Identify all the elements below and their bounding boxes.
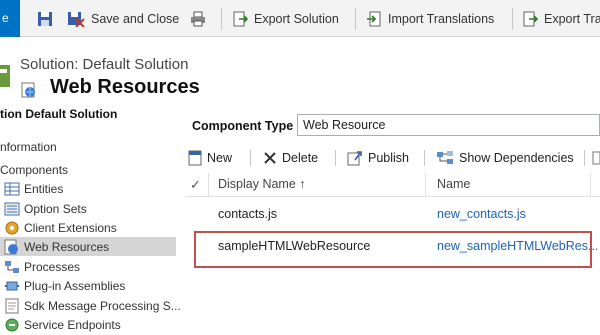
solution-title: Solution: Default Solution — [20, 56, 189, 73]
web-resources-icon — [4, 239, 18, 254]
nav-item-label: Processes — [24, 259, 81, 274]
delete-button[interactable]: Delete — [263, 145, 318, 171]
show-dependencies-button[interactable]: Show Dependencies — [436, 145, 574, 171]
app-tab[interactable]: e — [0, 0, 20, 37]
export-translations-label: Export Tra — [544, 11, 600, 26]
nav-item-processes[interactable]: Processes — [0, 257, 176, 276]
grid-header: ✓ Display Name ↑ Name — [186, 173, 600, 197]
nav-item-label: Web Resources — [24, 239, 110, 254]
processes-icon — [5, 260, 19, 273]
plugin-assemblies-icon — [5, 281, 19, 290]
nav-item-sdk-message-processing[interactable]: Sdk Message Processing S... — [0, 296, 181, 315]
select-all-checkmark-icon[interactable]: ✓ — [190, 177, 201, 193]
grid-toolbar-divider — [250, 150, 251, 166]
solution-navigation: tion Default Solution nformation Compone… — [0, 100, 181, 335]
cell-display-name: contacts.js — [218, 207, 278, 221]
export-translations-button[interactable]: Export Tra — [522, 0, 600, 37]
toolbar-divider — [512, 8, 513, 30]
nav-item-label: Entities — [24, 181, 64, 196]
toolbar-divider — [221, 8, 222, 30]
column-divider — [208, 173, 209, 197]
save-icon — [38, 11, 52, 26]
nav-item-entities[interactable]: Entities — [0, 179, 176, 198]
web-resources-page-icon — [21, 82, 35, 98]
nav-item-label: Service Endpoints — [24, 317, 121, 332]
publish-button[interactable]: Publish — [347, 145, 409, 171]
publish-icon — [347, 151, 362, 166]
export-solution-button[interactable]: Export Solution — [232, 0, 339, 37]
column-header-name[interactable]: Name — [437, 177, 470, 191]
import-translations-button[interactable]: Import Translations — [366, 0, 494, 37]
grid-toolbar-divider — [424, 150, 425, 166]
export-solution-label: Export Solution — [254, 11, 339, 26]
toolbar-divider — [355, 8, 356, 30]
delete-icon — [264, 152, 276, 164]
save-and-close-label: Save and Close — [91, 11, 180, 26]
nav-item-components[interactable]: Components — [0, 163, 68, 177]
column-divider — [425, 173, 426, 197]
table-row[interactable]: contacts.js new_contacts.js — [186, 200, 600, 230]
service-endpoints-icon — [5, 318, 19, 331]
show-dependencies-icon — [437, 151, 453, 164]
nav-item-option-sets[interactable]: Option Sets — [0, 199, 176, 218]
grid-toolbar-divider — [335, 150, 336, 166]
print-icon — [191, 11, 205, 26]
nav-item-information[interactable]: nformation — [0, 140, 57, 154]
nav-heading: tion Default Solution — [0, 107, 118, 121]
solution-icon — [0, 65, 10, 87]
option-sets-icon — [4, 202, 20, 215]
import-translations-icon — [367, 11, 381, 26]
publish-label: Publish — [368, 151, 409, 165]
export-translations-icon — [523, 11, 538, 26]
component-type-select[interactable]: Web Resource — [297, 114, 600, 136]
cell-name-link[interactable]: new_contacts.js — [437, 207, 526, 221]
grid-toolbar-divider — [584, 150, 585, 166]
nav-item-label: Sdk Message Processing S... — [24, 298, 181, 313]
delete-label: Delete — [282, 151, 319, 165]
nav-item-label: Option Sets — [24, 201, 87, 216]
nav-item-plugin-assemblies[interactable]: Plug-in Assemblies — [0, 276, 176, 295]
print-button[interactable] — [190, 0, 212, 37]
sdk-message-icon — [5, 298, 19, 313]
export-solution-icon — [233, 11, 248, 26]
column-header-display-name[interactable]: Display Name ↑ — [218, 177, 306, 191]
nav-item-service-endpoints[interactable]: Service Endpoints — [0, 315, 176, 334]
nav-item-label: Plug-in Assemblies — [24, 278, 126, 293]
new-button[interactable]: New — [188, 145, 232, 171]
new-label: New — [207, 151, 233, 165]
row-highlight-box — [194, 231, 592, 268]
new-icon — [188, 150, 202, 166]
page-title: Web Resources — [50, 76, 200, 98]
import-translations-label: Import Translations — [388, 11, 495, 26]
component-type-label: Component Type — [192, 119, 294, 133]
save-and-close-icon — [68, 11, 85, 27]
grid-toolbar: New Delete Publish Show Dependencies — [186, 145, 600, 171]
entities-icon — [4, 182, 20, 195]
show-dependencies-label: Show Dependencies — [459, 151, 574, 165]
more-actions-button[interactable] — [592, 145, 600, 171]
more-actions-icon — [592, 151, 600, 165]
nav-item-client-extensions[interactable]: Client Extensions — [0, 218, 176, 237]
client-extensions-icon — [5, 221, 19, 234]
nav-item-web-resources[interactable]: Web Resources — [0, 237, 176, 256]
nav-item-label: Client Extensions — [24, 220, 117, 235]
command-bar: e Save and Close Export Solution Import … — [0, 0, 600, 37]
column-divider — [590, 173, 591, 197]
save-icon-button[interactable] — [37, 0, 59, 37]
save-and-close-button[interactable]: Save and Close — [67, 0, 179, 37]
